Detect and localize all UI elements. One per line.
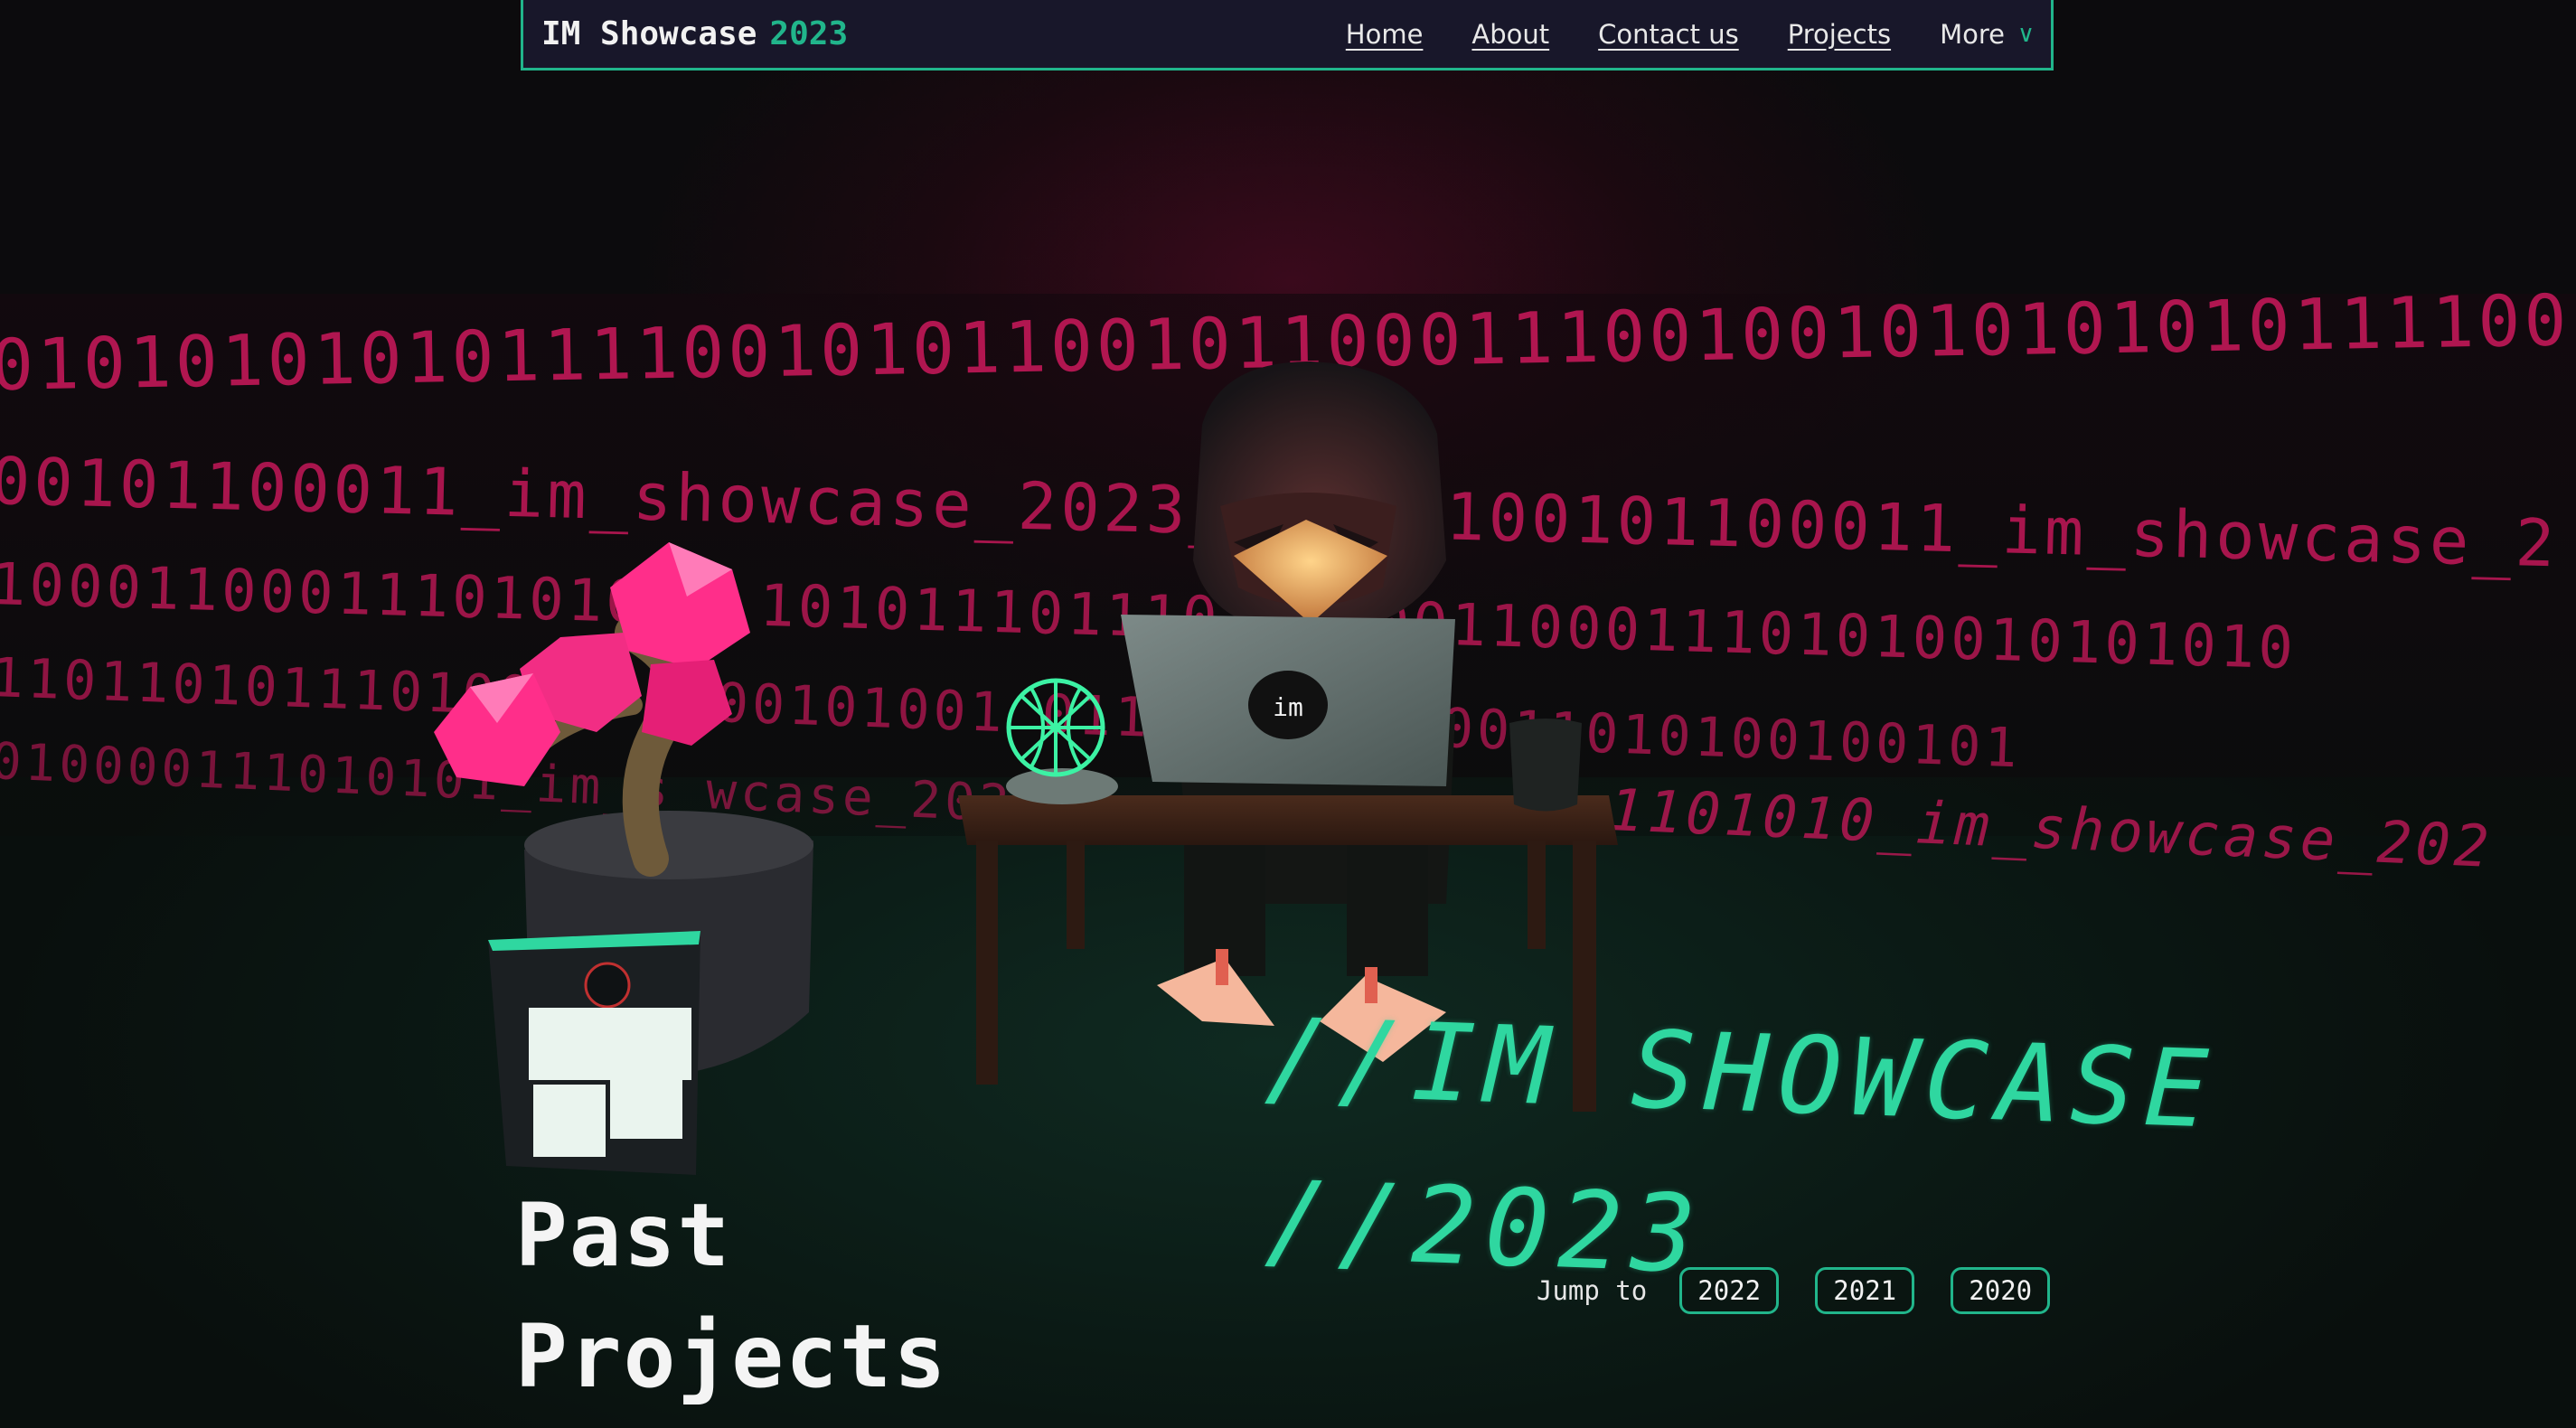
nav-more-label: More [1940,18,2005,50]
brand-name: IM Showcase [541,15,757,52]
year-2020-button[interactable]: 2020 [1951,1267,2051,1314]
past-projects-heading: Past Projects [515,1175,947,1417]
project-poster-card [488,931,700,1175]
year-2021-button[interactable]: 2021 [1815,1267,1915,1314]
laptop: im [1121,615,1455,786]
nav-links: Home About Contact us Projects More ∨ [1346,19,2035,50]
past-projects-heading-line-1: Past [515,1185,732,1286]
top-navbar: IM Showcase 2023 Home About Contact us P… [521,0,2054,70]
brand-year: 2023 [769,15,849,52]
nav-link-about[interactable]: About [1471,19,1549,50]
jump-to-years: Jump to 2022 2021 2020 [1537,1267,2086,1314]
brand-logo[interactable]: IM Showcase 2023 [541,15,848,52]
nav-more-dropdown[interactable]: More ∨ [1940,19,2035,50]
past-projects-heading-line-2: Projects [515,1306,948,1407]
nav-link-projects[interactable]: Projects [1788,19,1891,50]
jump-to-label: Jump to [1537,1275,1648,1306]
mug [1509,719,1582,812]
chevron-down-icon: ∨ [2017,20,2035,48]
nav-link-contact[interactable]: Contact us [1598,19,1739,50]
wireframe-globe [1006,678,1118,804]
nav-link-home[interactable]: Home [1346,19,1424,50]
laptop-sticker-text: im [1273,692,1303,722]
year-2022-button[interactable]: 2022 [1679,1267,1780,1314]
